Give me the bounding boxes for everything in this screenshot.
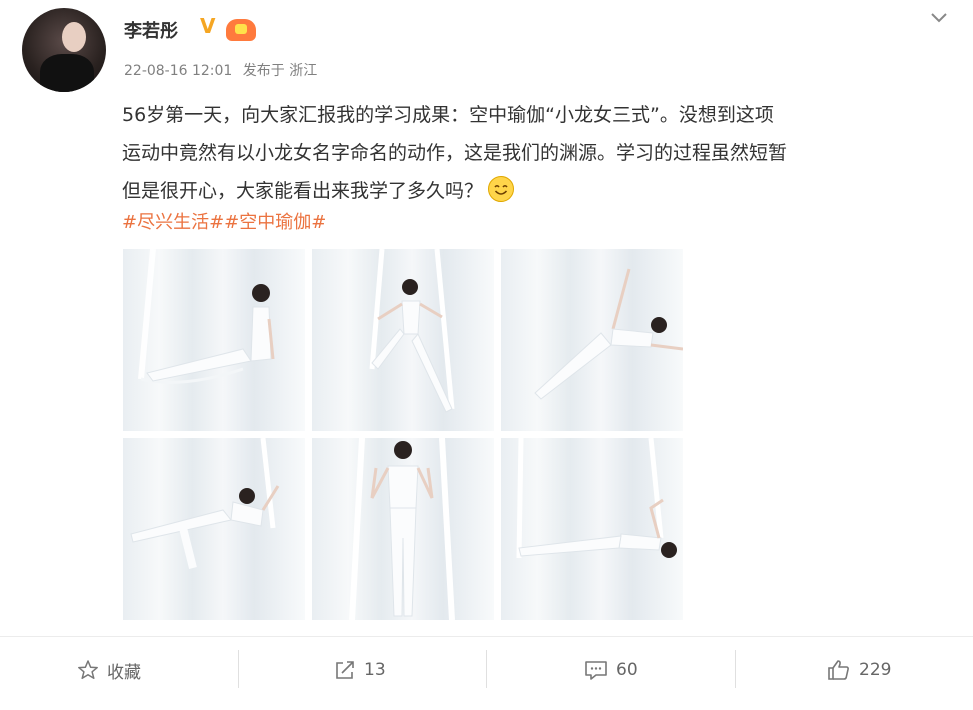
post-text-line-content: 但是很开心，大家能看出来我学了多久吗？ xyxy=(122,180,484,202)
like-count: 229 xyxy=(859,660,892,680)
verified-v-icon: V xyxy=(200,14,216,38)
repost-icon xyxy=(336,661,354,679)
post-meta: 22-08-16 12:01 发布于 浙江 xyxy=(124,60,323,80)
favorite-label: 收藏 xyxy=(107,662,141,683)
photo-thumbnail[interactable] xyxy=(501,438,683,620)
like-button[interactable]: 229 xyxy=(827,650,891,690)
avatar[interactable] xyxy=(22,8,106,92)
photo-thumbnail[interactable] xyxy=(123,249,305,431)
action-separator xyxy=(486,650,487,688)
hashtag-link[interactable]: #空中瑜伽# xyxy=(224,212,326,233)
comment-count: 60 xyxy=(616,660,638,680)
vip-badge-icon xyxy=(226,19,256,41)
author-name[interactable]: 李若彤 xyxy=(124,17,178,43)
post-text-line: 56岁第一天，向大家汇报我的学习成果：空中瑜伽“小龙女三式”。没想到这项 xyxy=(122,104,774,126)
action-separator xyxy=(238,650,239,688)
chevron-down-icon[interactable] xyxy=(927,6,951,30)
repost-button[interactable]: 13 xyxy=(334,650,386,690)
thumbs-up-icon xyxy=(828,660,849,680)
smiley-emoji-icon xyxy=(488,176,515,202)
photo-thumbnail[interactable] xyxy=(123,438,305,620)
post-text-line-content: 运动中竟然有以小龙女名字命名的动作，这是我们的渊源。学习的过程虽然短暂 xyxy=(122,142,788,164)
action-bar-divider xyxy=(0,636,973,637)
star-icon xyxy=(78,660,98,680)
post-text-line: 但是很开心，大家能看出来我学了多久吗？ xyxy=(122,172,942,210)
photo-thumbnail[interactable] xyxy=(312,438,494,620)
photo-thumbnail[interactable] xyxy=(501,249,683,431)
hashtags: #尽兴生活##空中瑜伽# xyxy=(122,208,326,234)
photo-thumbnail[interactable] xyxy=(312,249,494,431)
post-text-line: 运动中竟然有以小龙女名字命名的动作，这是我们的渊源。学习的过程虽然短暂 xyxy=(122,134,942,172)
favorite-button[interactable]: 收藏 xyxy=(77,650,141,690)
comment-icon xyxy=(585,661,607,680)
repost-count: 13 xyxy=(364,660,386,680)
action-separator xyxy=(735,650,736,688)
post-location: 发布于 浙江 xyxy=(242,63,318,79)
comment-button[interactable]: 60 xyxy=(584,650,638,690)
avatar-body xyxy=(40,54,94,92)
avatar-face xyxy=(62,22,86,52)
post-text: 56岁第一天，向大家汇报我的学习成果：空中瑜伽“小龙女三式”。没想到这项 运动中… xyxy=(122,96,942,210)
post-date[interactable]: 22-08-16 12:01 xyxy=(124,63,232,79)
hashtag-link[interactable]: #尽兴生活# xyxy=(122,212,224,233)
